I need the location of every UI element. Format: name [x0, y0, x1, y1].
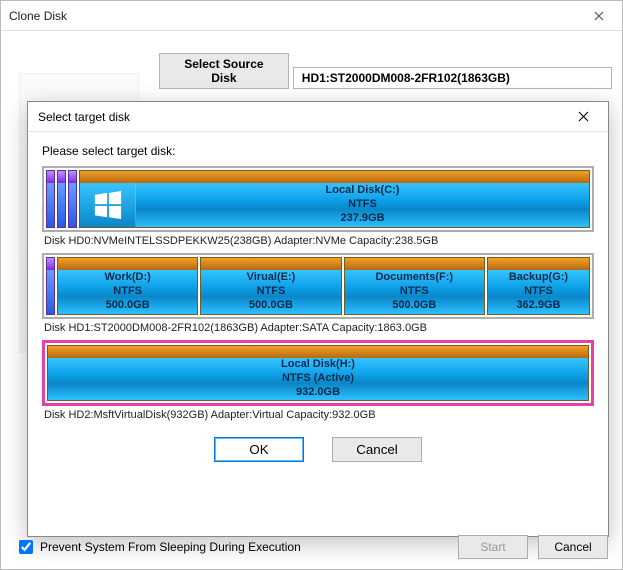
close-icon [578, 111, 589, 122]
bottom-bar: Prevent System From Sleeping During Exec… [1, 525, 622, 569]
partition-fs: NTFS [400, 285, 429, 299]
close-icon [594, 11, 604, 21]
start-button[interactable]: Start [458, 535, 528, 559]
disk-caption: Disk HD0:NVMeINTELSSDPEKKW25(238GB) Adap… [42, 232, 594, 247]
partition-size: 500.0GB [106, 299, 150, 313]
target-disk-0[interactable]: Local Disk(C:) NTFS 237.9GB Disk HD0:NVM… [42, 166, 594, 247]
partition-name: Backup(G:) [509, 271, 568, 285]
partition-reserved [68, 170, 77, 228]
partition-size: 237.9GB [340, 212, 384, 226]
ok-button[interactable]: OK [214, 437, 304, 462]
target-disk-2[interactable]: Local Disk(H:) NTFS (Active) 932.0GB Dis… [42, 340, 594, 421]
select-source-disk-button[interactable]: Select Source Disk [159, 53, 289, 89]
partition-d: Work(D:) NTFS 500.0GB [57, 257, 198, 315]
partition-reserved [46, 170, 55, 228]
partition-f: Documents(F:) NTFS 500.0GB [344, 257, 485, 315]
dialog-title: Select target disk [38, 110, 130, 124]
source-row: Select Source Disk HD1:ST2000DM008-2FR10… [159, 53, 612, 89]
dialog-button-row: OK Cancel [42, 437, 594, 462]
partition-fs: NTFS [113, 285, 142, 299]
parent-titlebar: Clone Disk [1, 1, 622, 31]
parent-body: Select Source Disk HD1:ST2000DM008-2FR10… [1, 31, 622, 569]
partition-reserved [46, 257, 55, 315]
partition-name: Local Disk(C:) [326, 184, 400, 198]
partition-c: Local Disk(C:) NTFS 237.9GB [79, 170, 590, 228]
disk-bar: Work(D:) NTFS 500.0GB Virual(E:) NTFS 50… [42, 253, 594, 319]
prevent-sleep-option[interactable]: Prevent System From Sleeping During Exec… [15, 537, 301, 557]
disk-caption: Disk HD1:ST2000DM008-2FR102(1863GB) Adap… [42, 319, 594, 334]
partition-fs: NTFS [257, 285, 286, 299]
dialog-titlebar: Select target disk [28, 102, 608, 132]
disk-bar: Local Disk(H:) NTFS (Active) 932.0GB [42, 340, 594, 406]
partition-size: 932.0GB [296, 386, 340, 400]
dialog-close-button[interactable] [566, 106, 600, 128]
prevent-sleep-label: Prevent System From Sleeping During Exec… [40, 540, 301, 554]
partition-g: Backup(G:) NTFS 362.9GB [487, 257, 590, 315]
partition-reserved [57, 170, 66, 228]
source-disk-field: HD1:ST2000DM008-2FR102(1863GB) [293, 67, 612, 89]
partition-fs: NTFS (Active) [282, 372, 354, 386]
dialog-body: Please select target disk: L [28, 132, 608, 472]
disk-caption: Disk HD2:MsftVirtualDisk(932GB) Adapter:… [42, 406, 594, 421]
partition-h: Local Disk(H:) NTFS (Active) 932.0GB [47, 345, 589, 401]
partition-name: Documents(F:) [375, 271, 453, 285]
parent-title: Clone Disk [9, 9, 67, 23]
partition-fs: NTFS [524, 285, 553, 299]
target-disk-1[interactable]: Work(D:) NTFS 500.0GB Virual(E:) NTFS 50… [42, 253, 594, 334]
dialog-prompt: Please select target disk: [42, 144, 594, 158]
partition-size: 362.9GB [516, 299, 560, 313]
disk-bar: Local Disk(C:) NTFS 237.9GB [42, 166, 594, 232]
partition-name: Work(D:) [105, 271, 151, 285]
windows-logo-icon [80, 183, 136, 227]
parent-cancel-button[interactable]: Cancel [538, 535, 608, 559]
partition-size: 500.0GB [249, 299, 293, 313]
parent-close-button[interactable] [582, 5, 616, 27]
partition-name: Virual(E:) [247, 271, 296, 285]
select-target-disk-dialog: Select target disk Please select target … [27, 101, 609, 537]
partition-e: Virual(E:) NTFS 500.0GB [200, 257, 341, 315]
partition-size: 500.0GB [392, 299, 436, 313]
partition-fs: NTFS [348, 198, 377, 212]
partition-name: Local Disk(H:) [281, 358, 355, 372]
prevent-sleep-checkbox[interactable] [19, 540, 33, 554]
cancel-button[interactable]: Cancel [332, 437, 422, 462]
